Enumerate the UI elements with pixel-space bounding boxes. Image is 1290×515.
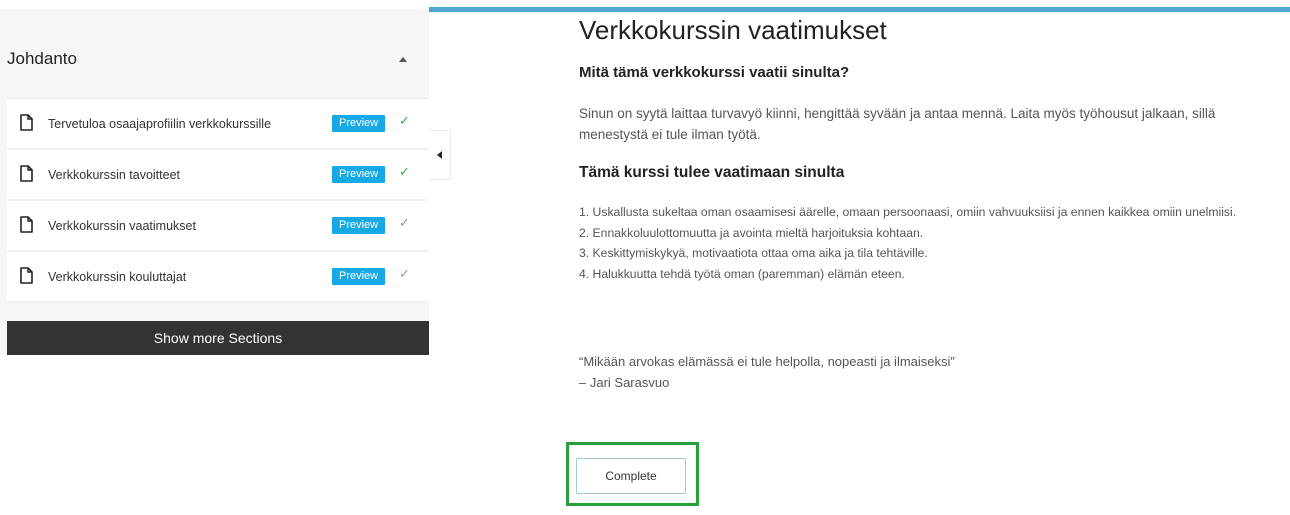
caret-up-icon[interactable] — [399, 56, 407, 62]
requirements-list: 1. Uskallusta sukeltaa oman osaamisesi ä… — [579, 202, 1290, 284]
caret-left-icon — [437, 151, 442, 159]
lesson-label: Tervetuloa osaajaprofiilin verkkokurssil… — [48, 116, 272, 131]
quote-block: “Mikään arvokas elämässä ei tule helpoll… — [579, 351, 955, 393]
subheading-requirements-question: Mitä tämä verkkokurssi vaatii sinulta? — [579, 64, 850, 81]
lesson-item[interactable]: Verkkokurssin vaatimukset Preview ✓ — [7, 201, 429, 252]
section-header-johdanto[interactable]: Johdanto — [7, 30, 429, 88]
quote-text: “Mikään arvokas elämässä ei tule helpoll… — [579, 354, 955, 369]
show-more-sections-button[interactable]: Show more Sections — [7, 321, 429, 355]
preview-badge[interactable]: Preview — [332, 166, 386, 183]
section-title: Johdanto — [7, 49, 77, 68]
complete-button[interactable]: Complete — [576, 458, 686, 494]
lesson-item[interactable]: Verkkokurssin kouluttajat Preview ✓ — [7, 252, 429, 303]
sidebar-blank-area — [0, 355, 429, 515]
page-title: Verkkokurssin vaatimukset — [579, 15, 887, 45]
lesson-label: Verkkokurssin tavoitteet — [48, 167, 181, 182]
paragraph-line: menestystä ei tule ilman työtä. — [579, 127, 761, 142]
document-icon — [20, 165, 33, 182]
subheading-course-demands: Tämä kurssi tulee vaatimaan sinulta — [579, 164, 845, 181]
document-icon — [20, 216, 33, 233]
lesson-item[interactable]: Tervetuloa osaajaprofiilin verkkokurssil… — [7, 98, 429, 150]
check-icon: ✓ — [399, 164, 410, 179]
quote-author: – Jari Sarasvuo — [579, 375, 670, 390]
preview-badge[interactable]: Preview — [332, 115, 386, 132]
sidebar-toggle-button[interactable] — [429, 130, 451, 180]
sidebar-top-strip — [0, 0, 429, 9]
requirement-item: 4. Halukkuutta tehdä työtä oman (paremma… — [579, 266, 905, 281]
course-sidebar: Johdanto Tervetuloa osaajaprofiilin verk… — [0, 0, 429, 515]
requirement-item: 2. Ennakkoluulottomuutta ja avointa miel… — [579, 225, 924, 240]
lesson-item[interactable]: Verkkokurssin tavoitteet Preview ✓ — [7, 150, 429, 201]
lesson-label: Verkkokurssin kouluttajat — [48, 269, 187, 284]
preview-badge[interactable]: Preview — [332, 268, 386, 285]
preview-badge[interactable]: Preview — [332, 217, 386, 234]
check-icon: ✓ — [399, 266, 410, 281]
document-icon — [20, 114, 33, 131]
accent-top-bar — [429, 7, 1290, 12]
requirement-item: 3. Keskittymiskykyä, motivaatiota ottaa … — [579, 246, 928, 260]
check-icon: ✓ — [399, 215, 410, 230]
document-icon — [20, 267, 33, 284]
check-icon: ✓ — [399, 113, 410, 128]
requirement-item: 1. Uskallusta sukeltaa oman osaamisesi ä… — [579, 205, 1237, 219]
intro-paragraph: Sinun on syytä laittaa turvavyö kiinni, … — [579, 103, 1284, 145]
lesson-list: Tervetuloa osaajaprofiilin verkkokurssil… — [7, 98, 429, 303]
paragraph-line: Sinun on syytä laittaa turvavyö kiinni, … — [579, 106, 1216, 121]
lesson-label: Verkkokurssin vaatimukset — [48, 218, 196, 233]
